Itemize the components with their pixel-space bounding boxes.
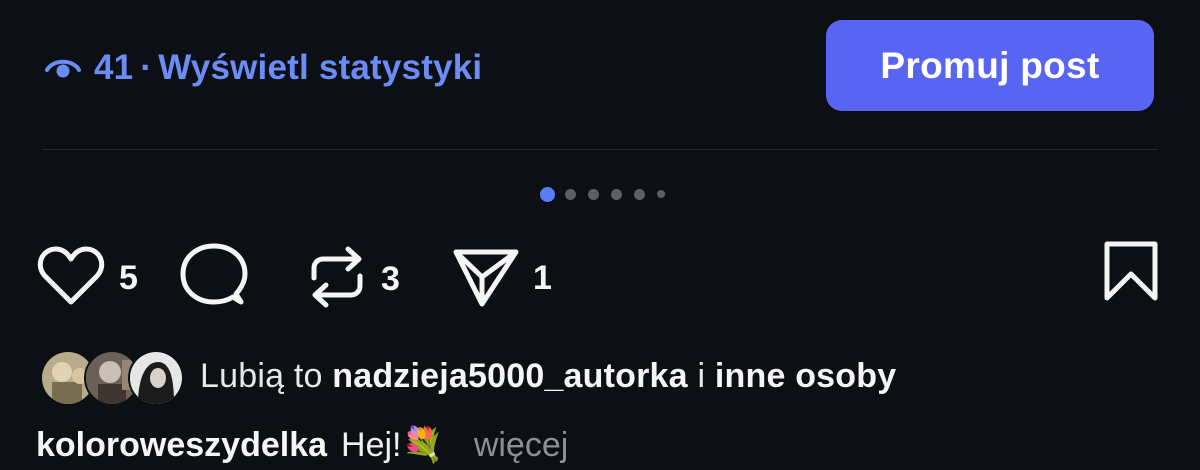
carousel-dot <box>657 190 665 198</box>
liked-by-row[interactable]: Lubią to nadzieja5000_autorka i inne oso… <box>40 346 896 406</box>
carousel-dot <box>588 188 599 200</box>
promote-post-button[interactable]: Promuj post <box>826 20 1154 111</box>
divider <box>42 149 1158 150</box>
view-count: 41 <box>94 48 134 87</box>
separator-dot: · <box>140 48 153 87</box>
view-stats-link[interactable]: 41 · Wyświetl statystyki <box>44 44 482 92</box>
comment-button[interactable] <box>180 242 248 317</box>
carousel-dot <box>565 188 576 200</box>
liked-by-connector: i <box>697 356 706 395</box>
share-count: 1 <box>533 259 552 297</box>
caption-more-link[interactable]: więcej <box>474 426 568 465</box>
liked-by-text: Lubią to nadzieja5000_autorka i inne oso… <box>200 357 896 396</box>
carousel-indicator <box>540 186 677 202</box>
caption-author[interactable]: koloroweszydelka <box>36 426 327 465</box>
liked-by-avatars <box>40 348 184 406</box>
caption: koloroweszydelka Hej!💐 więcej <box>36 420 568 470</box>
post-action-bar: 5 3 1 <box>0 238 1200 314</box>
share-button[interactable]: 1 <box>452 244 552 313</box>
like-count: 5 <box>119 259 138 297</box>
caption-text: Hej!💐 <box>341 426 444 464</box>
post-insights-bar: 41 · Wyświetl statystyki Promuj post <box>0 0 1200 134</box>
save-button[interactable] <box>1102 240 1160 309</box>
liked-by-others[interactable]: inne osoby <box>715 357 896 395</box>
repost-button[interactable]: 3 <box>306 244 400 315</box>
bookmark-icon <box>1102 240 1160 309</box>
carousel-dot <box>611 188 622 200</box>
avatar <box>128 350 184 406</box>
carousel-dot <box>634 188 645 200</box>
like-button[interactable]: 5 <box>36 244 138 313</box>
view-stats-label: Wyświetl statystyki <box>158 48 483 87</box>
liked-by-username[interactable]: nadzieja5000_autorka <box>332 357 688 395</box>
repost-count: 3 <box>381 260 400 298</box>
liked-by-prefix: Lubią to <box>200 356 323 395</box>
carousel-dot-active <box>540 186 555 202</box>
eye-icon <box>44 53 82 83</box>
heart-icon <box>36 244 106 313</box>
comment-icon <box>180 242 248 317</box>
send-icon <box>452 244 520 313</box>
repost-icon <box>306 244 368 315</box>
